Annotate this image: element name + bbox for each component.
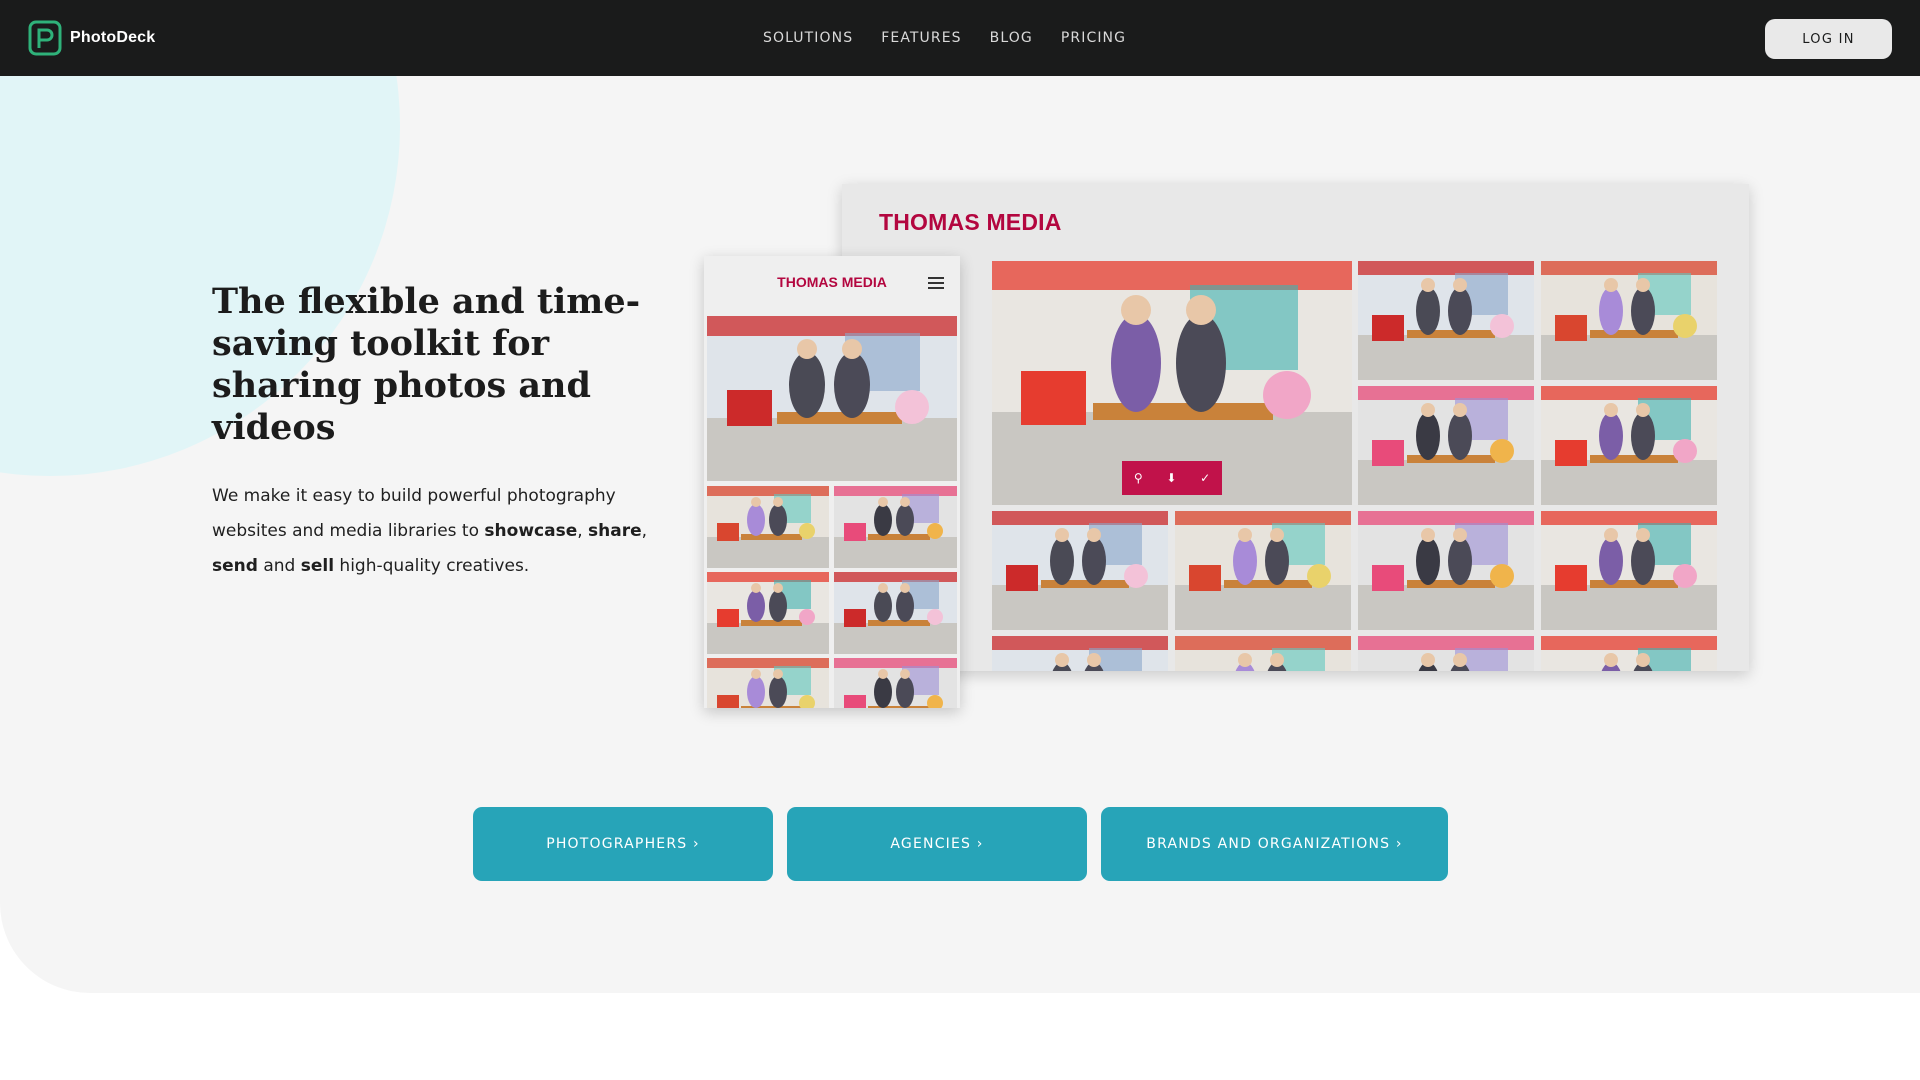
photo-tile[interactable] [1175, 511, 1351, 630]
lead-and: and [257, 556, 301, 576]
photo-tile[interactable] [1541, 636, 1717, 671]
photo-tile[interactable] [1541, 511, 1717, 630]
desktop-photo-grid: ⚲ ⬇ ✓ [992, 261, 1722, 671]
login-button[interactable]: LOG IN [1765, 19, 1892, 59]
brands-and-organizations-button[interactable]: BRANDS AND ORGANIZATIONS › [1101, 807, 1448, 881]
mobile-mockup: THOMAS MEDIA [704, 256, 960, 708]
lead-showcase: showcase [484, 521, 578, 541]
hamburger-menu-icon[interactable] [928, 277, 944, 289]
top-navigation: PhotoDeck SOLUTIONS FEATURES BLOG PRICIN… [0, 0, 1920, 76]
mobile-mockup-title: THOMAS MEDIA [777, 274, 887, 290]
photo-tile[interactable] [707, 572, 829, 654]
agencies-button[interactable]: AGENCIES › [787, 807, 1087, 881]
nav-link-blog[interactable]: BLOG [990, 30, 1033, 46]
lead-comma: , [577, 521, 589, 541]
desktop-mockup-title: THOMAS MEDIA [879, 209, 1062, 235]
nav-link-pricing[interactable]: PRICING [1061, 30, 1126, 46]
search-icon[interactable]: ⚲ [1134, 471, 1143, 485]
photo-tile[interactable] [992, 636, 1168, 671]
lead-send: send [212, 556, 258, 576]
photo-tile[interactable] [1358, 386, 1534, 505]
hero-lead: We make it easy to build powerful photog… [212, 479, 652, 584]
photo-tile[interactable] [834, 658, 957, 708]
photo-tile[interactable] [1358, 511, 1534, 630]
photo-action-toolbar: ⚲ ⬇ ✓ [1122, 461, 1222, 495]
photodeck-logo-icon [28, 20, 62, 56]
main-menu: SOLUTIONS FEATURES BLOG PRICING [763, 0, 1126, 76]
photo-tile[interactable] [834, 572, 957, 654]
lead-sell: sell [300, 556, 335, 576]
pin-icon[interactable]: ⬇ [1166, 471, 1176, 485]
photo-tile[interactable] [1175, 636, 1351, 671]
hero-headline: The flexible and time-saving toolkit for… [212, 281, 641, 448]
lead-text-end: high-quality creatives. [334, 556, 530, 576]
desktop-mockup: THOMAS MEDIA ⚲ ⬇ ✓ [842, 184, 1749, 671]
photo-tile[interactable] [707, 486, 829, 568]
photo-tile[interactable] [1358, 636, 1534, 671]
hero-section: The flexible and time-saving toolkit for… [0, 76, 1920, 993]
brand-name: PhotoDeck [70, 29, 156, 46]
check-icon[interactable]: ✓ [1200, 471, 1210, 485]
photo-tile[interactable] [707, 658, 829, 708]
photo-tile[interactable] [1541, 261, 1717, 380]
photo-tile[interactable] [1541, 386, 1717, 505]
lead-share: share [588, 521, 642, 541]
mobile-photo-grid [707, 316, 957, 708]
nav-link-features[interactable]: FEATURES [881, 30, 961, 46]
lead-separator: , [641, 521, 648, 541]
photo-tile[interactable] [1358, 261, 1534, 380]
photo-tile[interactable] [834, 486, 957, 568]
nav-link-solutions[interactable]: SOLUTIONS [763, 30, 853, 46]
photographers-button[interactable]: PHOTOGRAPHERS › [473, 807, 773, 881]
photo-tile-featured[interactable] [707, 316, 957, 481]
photo-tile[interactable] [992, 511, 1168, 630]
brand[interactable]: PhotoDeck [28, 20, 155, 56]
